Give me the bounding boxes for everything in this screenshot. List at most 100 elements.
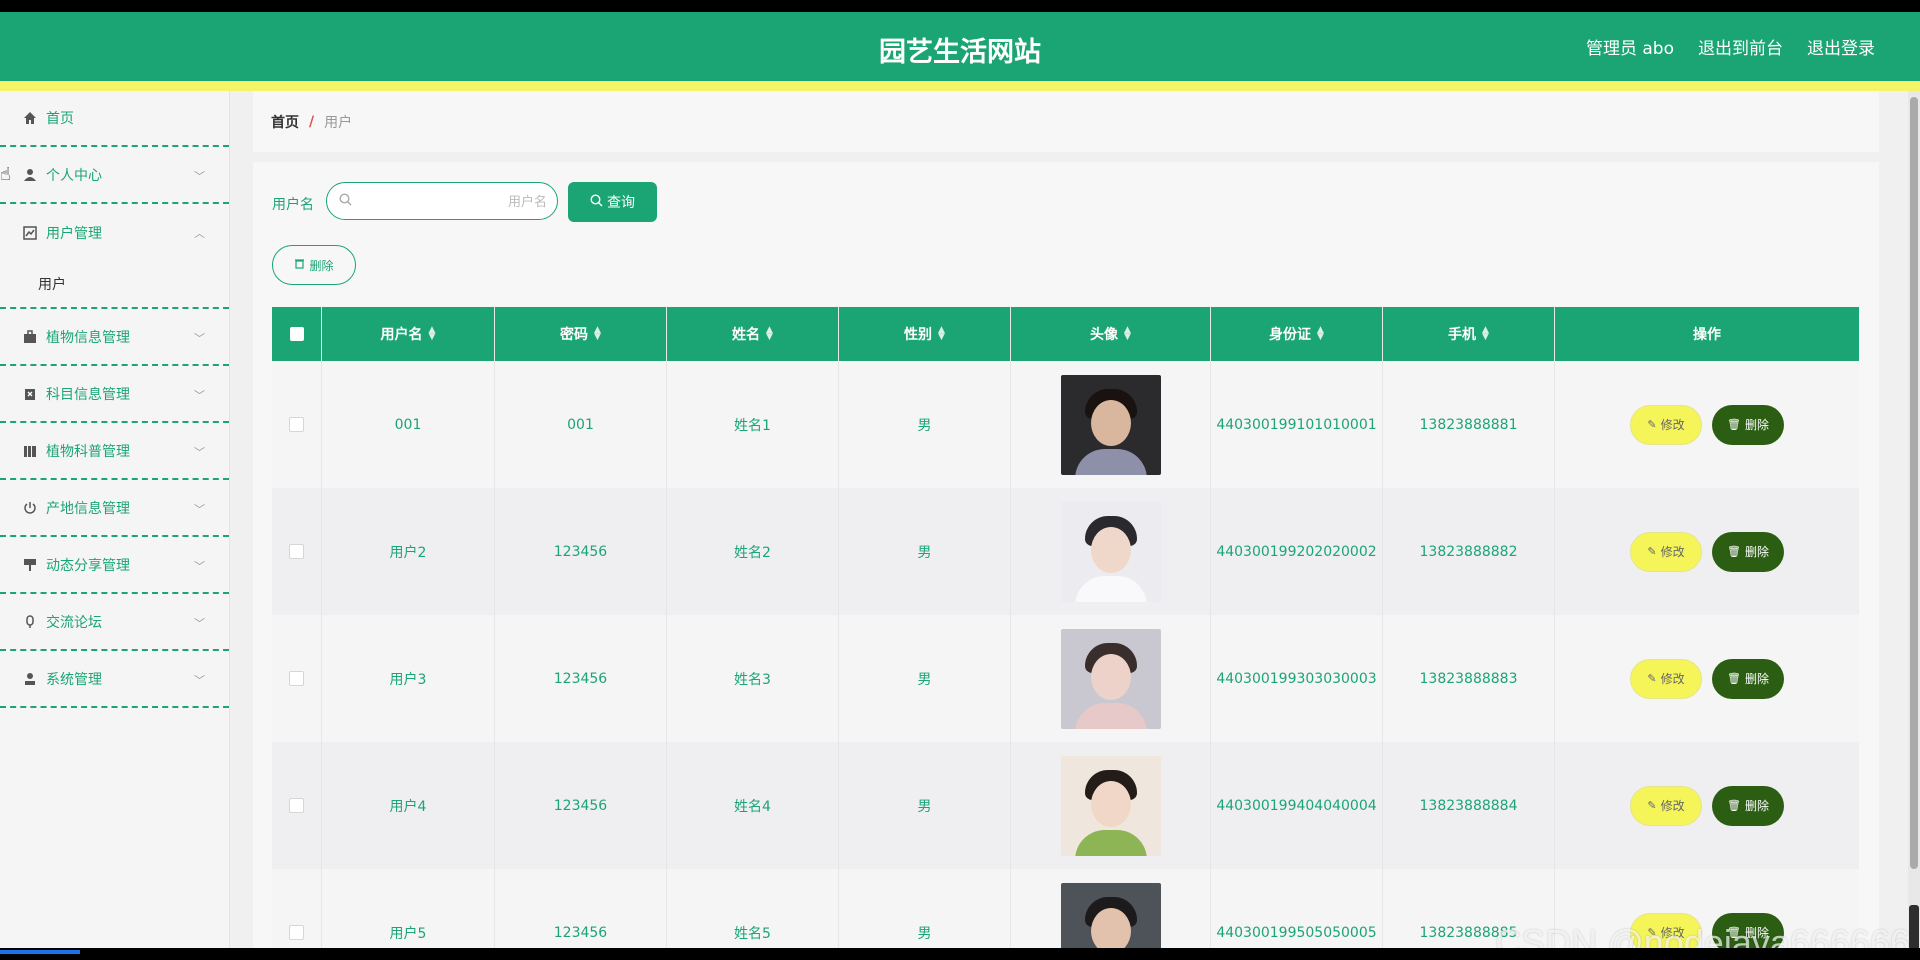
sidebar-item-label: 植物信息管理 <box>46 329 130 346</box>
column-header-name[interactable]: 姓名 ▲ ▼ <box>667 307 839 361</box>
cell-gender: 男 <box>839 361 1011 488</box>
vertical-scrollbar[interactable] <box>1908 91 1920 948</box>
sidebar-item-user-management[interactable]: 用户管理 ︿ <box>0 204 229 261</box>
cell-id-card: 440300199404040004 <box>1211 742 1383 869</box>
sidebar-item-system[interactable]: 系统管理 ﹀ <box>0 651 229 708</box>
bottom-strip <box>0 949 1920 960</box>
sidebar-subitem-users[interactable]: 用户 <box>0 261 229 309</box>
avatar[interactable] <box>1060 755 1161 856</box>
sidebar-item-origin-info[interactable]: 产地信息管理 ﹀ <box>0 480 229 537</box>
sort-icon: ▲ ▼ <box>1317 325 1324 342</box>
cell-username: 用户5 <box>322 869 495 948</box>
cell-gender: 男 <box>839 488 1011 615</box>
cell-id-card: 440300199505050005 <box>1211 869 1383 948</box>
sidebar-item-share[interactable]: 动态分享管理 ﹀ <box>0 537 229 594</box>
exit-to-front-link[interactable]: 退出到前台 <box>1698 34 1783 59</box>
cell-name: 姓名1 <box>667 361 839 488</box>
search-input[interactable] <box>357 191 549 213</box>
home-icon <box>22 110 38 126</box>
batch-delete-label: 删除 <box>309 258 334 273</box>
sidebar: 首页 个人中心 ﹀ 用户管理 ︿ 用户 植物信息管理 ﹀ 科目信息管理 ﹀ 植物… <box>0 91 230 948</box>
mic-icon <box>22 614 38 630</box>
trash-icon: 🗑 <box>1727 545 1741 558</box>
column-header-password[interactable]: 密码 ▲ ▼ <box>495 307 667 361</box>
delete-button[interactable]: 🗑 删除 <box>1712 658 1784 699</box>
search-icon <box>339 193 352 210</box>
avatar[interactable] <box>1060 882 1161 948</box>
breadcrumb: 首页 / 用户 <box>253 91 1879 152</box>
avatar[interactable] <box>1060 374 1161 475</box>
chevron-down-icon: ﹀ <box>194 446 205 459</box>
power-icon <box>22 500 38 516</box>
query-button-label: 查询 <box>607 195 635 211</box>
top-header: 园艺生活网站 管理员 abo 退出到前台 退出登录 <box>0 12 1920 91</box>
breadcrumb-separator: / <box>309 113 315 130</box>
chevron-down-icon: ﹀ <box>194 389 205 402</box>
chevron-up-icon: ︿ <box>194 227 205 240</box>
chevron-down-icon: ﹀ <box>194 617 205 630</box>
row-checkbox[interactable] <box>289 671 304 686</box>
edit-button[interactable]: ✎ 修改 <box>1630 658 1702 699</box>
column-header-username[interactable]: 用户名 ▲ ▼ <box>322 307 495 361</box>
edit-button[interactable]: ✎ 修改 <box>1630 531 1702 572</box>
delete-button[interactable]: 🗑 删除 <box>1712 404 1784 445</box>
sidebar-item-personal-center[interactable]: 个人中心 ﹀ <box>0 147 229 204</box>
main-content: 用户名 查询 删除 用户名▲▼ 密码▲▼ 姓名▲▼ 性别 <box>253 162 1879 948</box>
cell-password: 123456 <box>495 869 667 948</box>
row-checkbox[interactable] <box>289 925 304 940</box>
edit-button[interactable]: ✎ 修改 <box>1630 785 1702 826</box>
cell-username: 用户4 <box>322 742 495 869</box>
avatar[interactable] <box>1060 628 1161 729</box>
column-header-gender[interactable]: 性别 ▲ ▼ <box>839 307 1011 361</box>
column-header-avatar[interactable]: 头像 ▲ ▼ <box>1011 307 1211 361</box>
cell-gender: 男 <box>839 742 1011 869</box>
sidebar-item-plant-info[interactable]: 植物信息管理 ﹀ <box>0 309 229 366</box>
cell-username: 用户2 <box>322 488 495 615</box>
cell-username: 用户3 <box>322 615 495 742</box>
row-checkbox[interactable] <box>289 544 304 559</box>
logout-link[interactable]: 退出登录 <box>1807 34 1875 59</box>
edit-icon: ✎ <box>1647 672 1657 685</box>
users-table: 用户名 ▲ ▼ 密码 ▲ ▼ 姓名 ▲ ▼ 性别 ▲ ▼ 头像 ▲ ▼ 身份证 ▲ ▼ 手机 ▲ ▼ 操作 … <box>272 307 1859 948</box>
breadcrumb-home[interactable]: 首页 <box>271 112 299 132</box>
edit-icon: ✎ <box>1647 799 1657 812</box>
avatar[interactable] <box>1060 501 1161 602</box>
delete-button[interactable]: 🗑 删除 <box>1712 785 1784 826</box>
sidebar-item-subject-info[interactable]: 科目信息管理 ﹀ <box>0 366 229 423</box>
table-row: 用户2 123456 姓名2 男 440300199202020002 1382… <box>272 488 1859 615</box>
sidebar-item-label: 产地信息管理 <box>46 500 130 517</box>
edit-icon: ✎ <box>1647 418 1657 431</box>
column-header-actions: 操作 <box>1693 327 1721 343</box>
cell-gender: 男 <box>839 615 1011 742</box>
column-header-phone[interactable]: 手机 ▲ ▼ <box>1383 307 1555 361</box>
select-all-checkbox[interactable] <box>289 327 304 341</box>
cell-name: 姓名2 <box>667 488 839 615</box>
table-row: 001 001 姓名1 男 440300199101010001 1382388… <box>272 361 1859 488</box>
brush-icon <box>22 557 38 573</box>
cell-username: 001 <box>322 361 495 488</box>
sidebar-item-label: 动态分享管理 <box>46 557 130 574</box>
sidebar-item-forum[interactable]: 交流论坛 ﹀ <box>0 594 229 651</box>
column-header-id-card[interactable]: 身份证 ▲ ▼ <box>1211 307 1383 361</box>
sidebar-item-plant-science[interactable]: 植物科普管理 ﹀ <box>0 423 229 480</box>
cell-phone: 13823888881 <box>1383 361 1555 488</box>
edit-button[interactable]: ✎ 修改 <box>1630 404 1702 445</box>
progress-indicator <box>0 950 80 954</box>
delete-button[interactable]: 🗑 删除 <box>1712 531 1784 572</box>
header-links: 管理员 abo 退出到前台 退出登录 <box>1586 34 1875 59</box>
row-checkbox[interactable] <box>289 417 304 432</box>
batch-delete-button[interactable]: 删除 <box>272 245 356 285</box>
sidebar-item-label: 个人中心 <box>46 167 102 184</box>
header-accent-bar <box>0 81 1920 91</box>
chevron-down-icon: ﹀ <box>194 560 205 573</box>
cell-password: 123456 <box>495 488 667 615</box>
scrollbar-thumb[interactable] <box>1910 97 1918 869</box>
cell-name: 姓名3 <box>667 615 839 742</box>
sidebar-item-home[interactable]: 首页 <box>0 91 229 147</box>
row-checkbox[interactable] <box>289 798 304 813</box>
query-button[interactable]: 查询 <box>568 182 657 222</box>
sort-icon: ▲ ▼ <box>594 325 601 342</box>
edit-icon: ✎ <box>1647 545 1657 558</box>
cell-password: 123456 <box>495 615 667 742</box>
sidebar-item-label: 交流论坛 <box>46 614 102 631</box>
